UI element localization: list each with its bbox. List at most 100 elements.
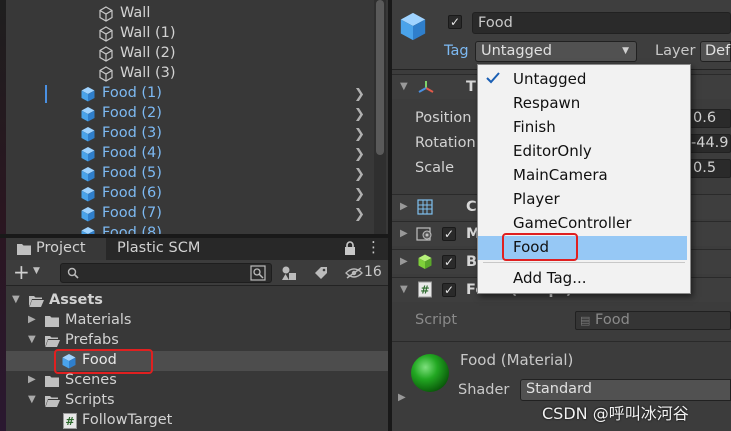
rotation-field[interactable]: -44.9 <box>688 134 731 153</box>
tree-item-prefabs[interactable]: ▼ Prefabs <box>6 331 388 351</box>
expand-arrow-icon[interactable]: ▶ <box>400 256 408 267</box>
object-name-field[interactable]: Food <box>472 12 731 34</box>
tag-option-label: GameController <box>513 214 632 232</box>
tree-item-followtarget[interactable]: # FollowTarget <box>6 411 388 431</box>
tag-option-player[interactable]: Player <box>477 187 689 211</box>
chevron-right-icon[interactable]: ❯ <box>354 107 365 122</box>
tag-option-editoronly[interactable]: EditorOnly <box>477 139 689 163</box>
component-enabled-checkbox[interactable]: ✓ <box>442 227 456 241</box>
rotation-label: Rotation <box>415 135 476 151</box>
chevron-right-icon[interactable]: ❯ <box>354 127 365 142</box>
hierarchy-item-wall[interactable]: Wall (3) <box>6 64 372 84</box>
scrollbar-thumb[interactable] <box>376 0 384 155</box>
svg-text:#: # <box>420 284 429 297</box>
tag-option-finish[interactable]: Finish <box>477 115 689 139</box>
chevron-right-icon[interactable]: ❯ <box>354 207 365 222</box>
csharp-script-icon: # <box>63 413 77 429</box>
expand-arrow-icon[interactable]: ▶ <box>400 201 408 212</box>
hierarchy-item-wall[interactable]: Wall (1) <box>6 24 372 44</box>
tree-item-label: FollowTarget <box>82 412 173 428</box>
csharp-script-icon: # <box>418 281 432 298</box>
position-value: 0.6 <box>693 110 717 126</box>
hierarchy-item-food[interactable]: Food (7) ❯ <box>6 204 372 224</box>
gameobject-icon <box>99 6 113 22</box>
tree-item-materials[interactable]: ▶ Materials <box>6 311 388 331</box>
tree-item-scenes[interactable]: ▶ Scenes <box>6 371 388 391</box>
active-checkbox[interactable]: ✓ <box>448 15 462 29</box>
chevron-right-icon[interactable]: ❯ <box>354 87 365 102</box>
box-collider-green-icon <box>418 254 432 269</box>
tag-option-gamecontroller[interactable]: GameController <box>477 211 689 235</box>
rotation-value: -44.9 <box>691 135 729 151</box>
hierarchy-item-food[interactable]: Food (6) ❯ <box>6 184 372 204</box>
expand-arrow-icon[interactable]: ▼ <box>400 284 408 295</box>
folder-open-icon <box>29 296 44 307</box>
folder-open-icon <box>45 336 60 347</box>
mesh-renderer-icon <box>416 227 432 241</box>
add-button[interactable]: + <box>13 261 30 283</box>
annotation-highlight-box <box>502 233 578 261</box>
hierarchy-item-food[interactable]: Food (3) ❯ <box>6 124 372 144</box>
expand-arrow-icon[interactable]: ▼ <box>12 294 20 305</box>
tag-option-respawn[interactable]: Respawn <box>477 91 689 115</box>
lock-icon[interactable] <box>344 241 356 255</box>
scale-field[interactable]: 0.5 <box>688 159 731 178</box>
prefab-icon <box>81 187 95 202</box>
hierarchy-item-food[interactable]: Food (2) ❯ <box>6 104 372 124</box>
search-by-type-icon[interactable] <box>250 265 266 281</box>
hierarchy-item-food[interactable]: Food (5) ❯ <box>6 164 372 184</box>
expand-arrow-icon[interactable]: ▶ <box>398 392 406 403</box>
label-icon[interactable] <box>313 265 329 281</box>
expand-arrow-icon[interactable]: ▼ <box>400 81 408 92</box>
shader-dropdown[interactable]: Standard <box>520 379 731 401</box>
prefab-icon <box>81 107 95 122</box>
chevron-right-icon[interactable]: ❯ <box>354 187 365 202</box>
tag-option-maincamera[interactable]: MainCamera <box>477 163 689 187</box>
hierarchy-scrollbar[interactable] <box>374 0 386 234</box>
hierarchy-item-label: Wall (2) <box>120 45 176 61</box>
chevron-right-icon[interactable]: ❯ <box>354 167 365 182</box>
hierarchy-item-food[interactable]: Food (1) ❯ <box>6 84 372 104</box>
chevron-right-icon[interactable]: ❯ <box>354 147 365 162</box>
expand-arrow-icon[interactable]: ▼ <box>28 394 36 405</box>
more-options-icon[interactable]: ⋮ <box>366 238 381 256</box>
tag-option-untagged[interactable]: Untagged <box>477 67 689 91</box>
expand-arrow-icon[interactable]: ▶ <box>400 228 408 239</box>
position-field[interactable]: 0.6 <box>688 109 731 128</box>
scale-label: Scale <box>415 160 455 176</box>
folder-icon <box>45 316 59 327</box>
component-enabled-checkbox[interactable]: ✓ <box>442 255 456 269</box>
component-enabled-checkbox[interactable]: ✓ <box>442 283 456 297</box>
gameobject-icon <box>99 66 113 82</box>
tree-item-assets[interactable]: ▼ Assets <box>6 291 388 311</box>
filter-by-type-icon[interactable] <box>281 265 297 281</box>
tag-option-label: Respawn <box>513 94 581 112</box>
hierarchy-item-wall[interactable]: Wall (2) <box>6 44 372 64</box>
hierarchy-item-wall[interactable]: Wall <box>6 4 372 24</box>
expand-arrow-icon[interactable]: ▶ <box>28 314 36 325</box>
hierarchy-item-food[interactable]: Food (4) ❯ <box>6 144 372 164</box>
search-input[interactable] <box>60 263 272 283</box>
add-tag-option[interactable]: Add Tag... <box>477 266 689 290</box>
hierarchy-item-food[interactable]: Food (8) <box>6 224 372 234</box>
layer-dropdown[interactable]: Def <box>700 41 731 62</box>
tag-dropdown[interactable]: Untagged ▼ <box>475 41 637 62</box>
material-name: Food (Material) <box>460 351 574 369</box>
hierarchy-item-label: Wall <box>120 5 151 21</box>
script-file-icon: ▤ <box>580 314 591 327</box>
chevron-down-icon[interactable]: ▼ <box>33 266 40 276</box>
tag-option-label: Player <box>513 190 560 208</box>
tag-label: Tag <box>444 43 469 59</box>
hierarchy-item-label: Food (2) <box>102 105 162 121</box>
hierarchy-item-label: Food (3) <box>102 125 162 141</box>
tab-project[interactable]: Project <box>6 238 106 260</box>
expand-arrow-icon[interactable]: ▼ <box>28 334 36 345</box>
tree-item-scripts[interactable]: ▼ Scripts <box>6 391 388 411</box>
hierarchy-item-label: Food (7) <box>102 205 162 221</box>
hidden-packages-icon[interactable] <box>345 267 363 279</box>
tab-plastic-scm[interactable]: Plastic SCM <box>108 238 228 260</box>
prefab-icon <box>81 227 95 234</box>
expand-arrow-icon[interactable]: ▶ <box>28 374 36 385</box>
script-value: Food <box>595 312 630 328</box>
hidden-count: 16 <box>364 264 382 280</box>
